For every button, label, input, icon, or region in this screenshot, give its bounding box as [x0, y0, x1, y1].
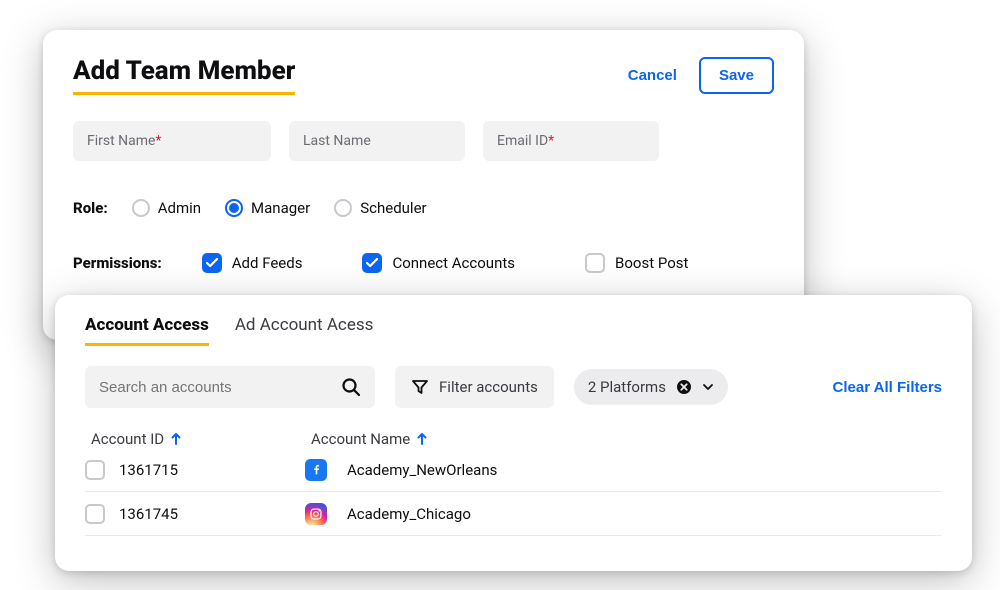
- table-header: Account ID Account Name: [85, 430, 942, 448]
- search-input-wrapper[interactable]: [85, 366, 375, 408]
- account-access-card: Account Access Ad Account Acess Filter a…: [55, 295, 972, 571]
- role-section-label: Role:: [73, 199, 108, 217]
- cell-account-id: 1361745: [119, 505, 305, 523]
- row-checkbox[interactable]: [85, 460, 105, 480]
- radio-icon: [132, 199, 150, 217]
- fields-row: First Name* Last Name Email ID*: [73, 121, 774, 161]
- instagram-icon: [305, 503, 327, 525]
- role-radio-manager[interactable]: Manager: [225, 199, 310, 217]
- role-radio-label: Manager: [251, 199, 310, 217]
- first-name-label: First Name*: [87, 133, 162, 149]
- cell-account-name: Academy_Chicago: [337, 505, 942, 523]
- radio-icon: [334, 199, 352, 217]
- sort-asc-icon: [170, 432, 182, 446]
- clear-all-filters-button[interactable]: Clear All Filters: [833, 379, 942, 396]
- sort-asc-icon: [416, 432, 428, 446]
- clear-chip-icon[interactable]: [676, 379, 692, 395]
- table-row: 1361715 Academy_NewOrleans: [85, 448, 942, 492]
- role-radio-admin[interactable]: Admin: [132, 199, 201, 217]
- email-field[interactable]: Email ID*: [483, 121, 659, 161]
- tab-account-access[interactable]: Account Access: [85, 315, 209, 346]
- row-checkbox[interactable]: [85, 504, 105, 524]
- search-input[interactable]: [99, 379, 341, 396]
- role-row: Role: Admin Manager Scheduler: [73, 199, 774, 217]
- permission-label: Boost Post: [615, 254, 688, 272]
- platform-filter-label: 2 Platforms: [588, 378, 666, 396]
- last-name-field[interactable]: Last Name: [289, 121, 465, 161]
- role-radio-label: Admin: [158, 199, 201, 217]
- tabs: Account Access Ad Account Acess: [85, 315, 942, 346]
- checkbox-icon: [585, 253, 605, 273]
- accounts-table: Account ID Account Name 1361715 Academy_…: [85, 430, 942, 536]
- permissions-section-label: Permissions:: [73, 254, 162, 272]
- add-team-member-card: Add Team Member Cancel Save First Name* …: [43, 30, 804, 340]
- tab-ad-account-access[interactable]: Ad Account Acess: [235, 315, 374, 346]
- permission-label: Add Feeds: [232, 254, 303, 272]
- header-actions: Cancel Save: [628, 57, 774, 94]
- facebook-icon: [305, 459, 327, 481]
- radio-icon: [225, 199, 243, 217]
- table-row: 1361745 Academy_Chicago: [85, 492, 942, 536]
- save-button[interactable]: Save: [699, 57, 774, 94]
- first-name-field[interactable]: First Name*: [73, 121, 271, 161]
- email-label: Email ID*: [497, 133, 554, 149]
- filter-accounts-label: Filter accounts: [439, 378, 538, 396]
- cell-account-id: 1361715: [119, 461, 305, 479]
- permissions-row: Permissions: Add Feeds Connect Accounts …: [73, 253, 774, 273]
- filter-bar: Filter accounts 2 Platforms Clear All Fi…: [85, 366, 942, 408]
- funnel-icon: [411, 378, 429, 396]
- search-icon: [341, 377, 361, 397]
- cancel-button[interactable]: Cancel: [628, 67, 677, 84]
- permission-checkbox-boost-post[interactable]: Boost Post: [585, 253, 688, 273]
- permission-label: Connect Accounts: [392, 254, 515, 272]
- checkbox-icon: [202, 253, 222, 273]
- column-header-account-id[interactable]: Account ID: [91, 430, 311, 448]
- cell-account-name: Academy_NewOrleans: [337, 461, 942, 479]
- page-title: Add Team Member: [73, 56, 295, 95]
- chevron-down-icon: [702, 381, 714, 393]
- permission-checkbox-add-feeds[interactable]: Add Feeds: [202, 253, 303, 273]
- checkbox-icon: [362, 253, 382, 273]
- column-header-account-name[interactable]: Account Name: [311, 430, 942, 448]
- role-radio-label: Scheduler: [360, 199, 426, 217]
- header-row: Add Team Member Cancel Save: [73, 56, 774, 95]
- permission-checkbox-connect-accounts[interactable]: Connect Accounts: [362, 253, 515, 273]
- platform-filter-chip[interactable]: 2 Platforms: [574, 369, 728, 405]
- role-radio-scheduler[interactable]: Scheduler: [334, 199, 426, 217]
- filter-accounts-button[interactable]: Filter accounts: [395, 366, 554, 408]
- last-name-label: Last Name: [303, 133, 371, 149]
